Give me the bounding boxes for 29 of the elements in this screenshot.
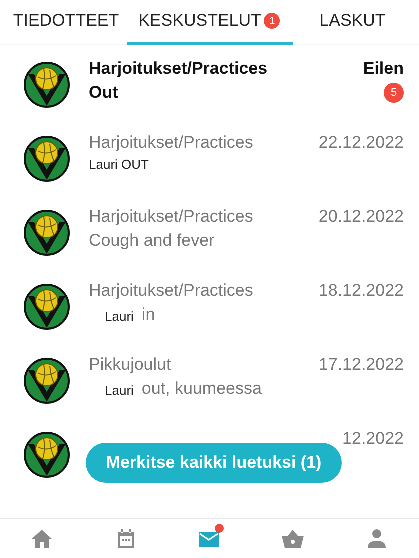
sender-name: Lauri (104, 308, 134, 326)
club-logo-icon (24, 136, 70, 182)
message-preview: in (142, 304, 156, 326)
conversation-title: Harjoitukset/Practices (89, 280, 254, 302)
club-logo-icon (24, 432, 70, 478)
conversation-title: Pikkujoulut (89, 354, 172, 376)
tab[interactable]: KESKUSTELUT 1 (126, 0, 292, 45)
club-logo-icon (24, 358, 70, 404)
tab[interactable]: TIEDOTTEET (6, 0, 126, 45)
conversation-date: 17.12.2022 (318, 354, 404, 376)
club-logo-icon (24, 284, 70, 330)
conversation-title: Harjoitukset/Practices (89, 58, 269, 80)
conversation-date: Eilen (363, 58, 404, 80)
unread-count-badge: 5 (384, 83, 404, 103)
message-preview: Cough and fever (89, 230, 215, 252)
tab[interactable]: LASKUT (292, 0, 413, 45)
sender-name: Lauri OUT (89, 156, 149, 174)
sender-name: Lauri (104, 382, 134, 400)
count-badge: 1 (264, 13, 280, 29)
conversation-date: 20.12.2022 (318, 206, 404, 228)
conversation-date: 18.12.2022 (318, 280, 404, 302)
conversation-title: Harjoitukset/Practices (89, 206, 254, 228)
message-preview: Out (89, 82, 118, 104)
club-logo-icon (24, 210, 70, 256)
conversation-date: 22.12.2022 (318, 132, 404, 154)
club-logo-icon (24, 62, 70, 108)
conversation-date: 12.2022 (342, 428, 404, 450)
conversation-title: Harjoitukset/Practices (89, 132, 254, 154)
message-preview: out, kuumeessa (142, 378, 262, 400)
